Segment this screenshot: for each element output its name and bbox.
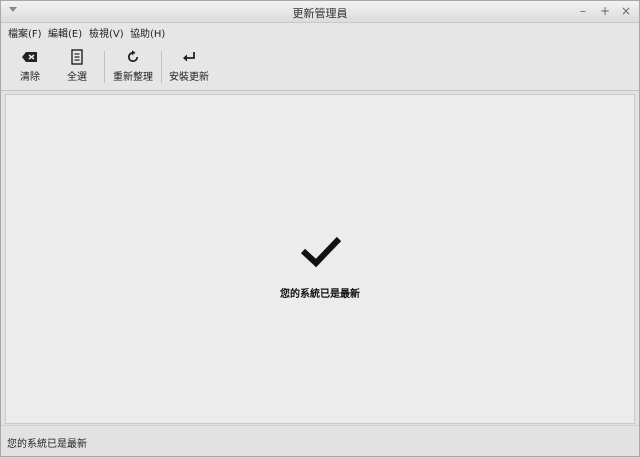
menu-edit[interactable]: 編輯(E) — [48, 25, 82, 40]
status-text: 您的系統已是最新 — [7, 439, 87, 450]
refresh-button[interactable]: 重新整理 — [111, 45, 155, 87]
enter-arrow-icon — [183, 52, 195, 62]
status-bar: 您的系統已是最新 — [1, 425, 639, 456]
backspace-icon — [22, 52, 37, 62]
select-all-button[interactable]: 全選 — [58, 45, 96, 87]
title-bar[interactable]: 更新管理員 – + × — [1, 1, 639, 23]
clear-label: 清除 — [20, 72, 40, 83]
up-to-date-message: 您的系統已是最新 — [280, 289, 360, 300]
refresh-icon — [127, 50, 139, 63]
window-title: 更新管理員 — [292, 7, 348, 20]
select-all-label: 全選 — [67, 72, 87, 83]
menu-view[interactable]: 檢視(V) — [89, 25, 124, 40]
clear-button[interactable]: 清除 — [11, 45, 49, 87]
toolbar-separator — [104, 51, 105, 83]
maximize-button[interactable]: + — [598, 4, 612, 18]
update-manager-window: 更新管理員 – + × 檔案(F) 編輯(E) 檢視(V) 協助(H) 清除 全… — [0, 0, 640, 457]
install-updates-label: 安裝更新 — [169, 72, 209, 83]
toolbar-separator — [161, 51, 162, 83]
document-list-icon — [71, 49, 83, 65]
toolbar: 清除 全選 重新整理 安裝更新 — [1, 41, 639, 91]
menu-bar: 檔案(F) 編輯(E) 檢視(V) 協助(H) — [1, 23, 639, 41]
menu-file[interactable]: 檔案(F) — [8, 25, 42, 40]
checkmark-icon — [300, 236, 342, 268]
refresh-label: 重新整理 — [113, 72, 153, 83]
main-content-area: 您的系統已是最新 — [5, 94, 635, 424]
close-button[interactable]: × — [619, 4, 633, 18]
menu-help[interactable]: 協助(H) — [130, 25, 165, 40]
minimize-button[interactable]: – — [576, 4, 590, 18]
install-updates-button[interactable]: 安裝更新 — [167, 45, 211, 87]
